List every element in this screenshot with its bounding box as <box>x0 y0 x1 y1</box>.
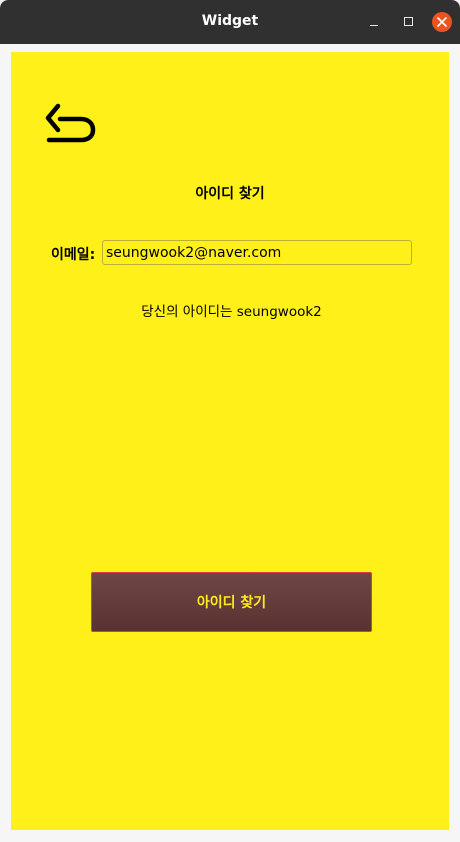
main-panel: 아이디 찾기 이메일: 당신의 아이디는 seungwook2 아이디 찾기 <box>11 52 449 830</box>
title-bar[interactable]: Widget <box>0 0 460 44</box>
find-id-button[interactable]: 아이디 찾기 <box>91 572 372 632</box>
email-label: 이메일: <box>51 247 96 263</box>
app-window: Widget 아이디 찾기 이메일: 당신의 아이디는 seungwook2 아… <box>0 0 460 842</box>
minimize-icon[interactable] <box>364 12 384 32</box>
page-title: 아이디 찾기 <box>195 186 265 202</box>
email-field[interactable] <box>102 240 412 265</box>
maximize-icon[interactable] <box>398 12 418 32</box>
back-button[interactable] <box>44 101 100 145</box>
back-arrow-icon <box>45 103 96 143</box>
result-text: 당신의 아이디는 seungwook2 <box>141 304 322 320</box>
close-icon[interactable] <box>432 12 452 32</box>
window-title: Widget <box>201 13 259 29</box>
